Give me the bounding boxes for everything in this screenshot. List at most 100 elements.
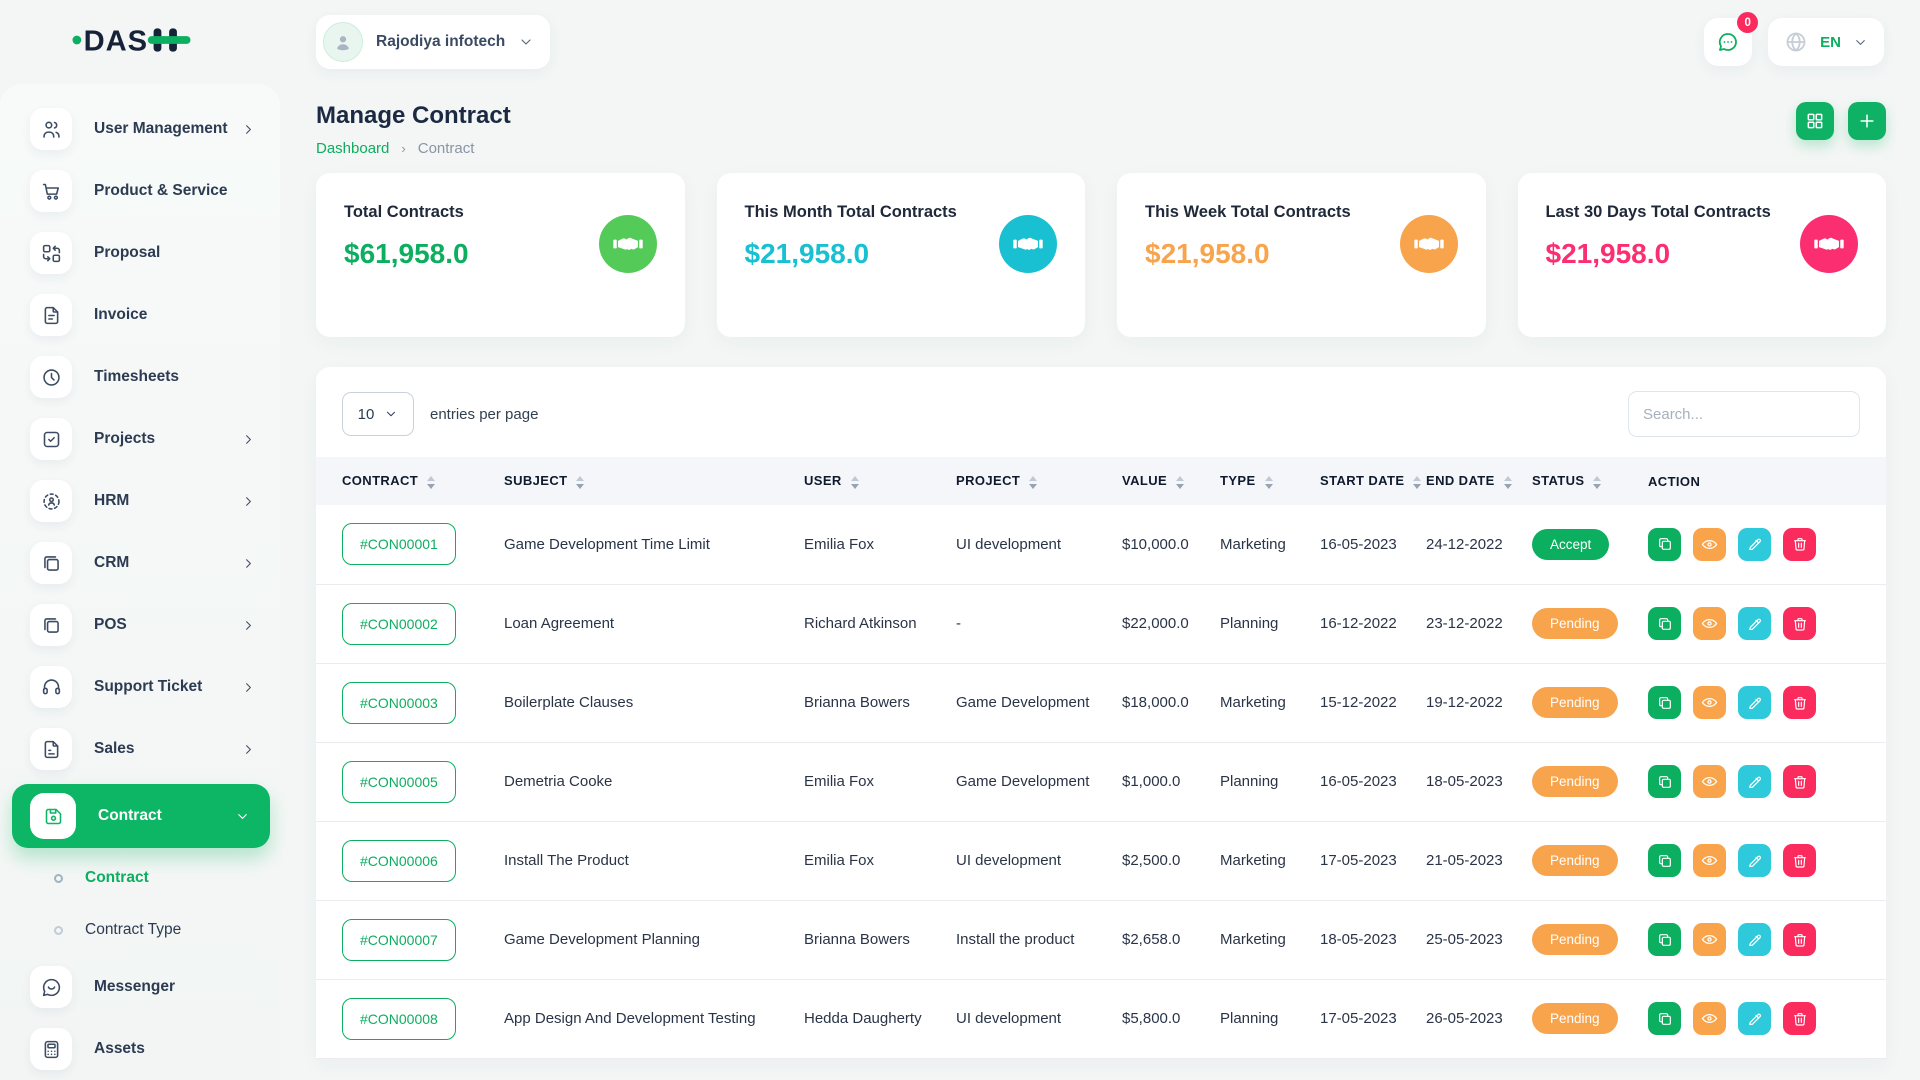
trash-icon [1792,695,1808,711]
sidebar-item-projects[interactable]: Projects [0,408,280,470]
messages-button[interactable]: 0 [1704,18,1752,66]
entries-per-page-select[interactable]: 10 [342,392,414,436]
delete-button[interactable] [1783,923,1816,956]
grid-view-button[interactable] [1796,102,1834,140]
breadcrumb-separator: › [401,141,405,156]
sidebar-item-crm[interactable]: CRM [0,532,280,594]
duplicate-button[interactable] [1648,923,1681,956]
delete-button[interactable] [1783,686,1816,719]
column-header-status[interactable]: STATUS [1532,457,1648,505]
pencil-icon [1747,695,1763,711]
edit-button[interactable] [1738,1002,1771,1035]
nav-item-icon [41,491,62,512]
nav-item-icon-chip [30,542,72,584]
delete-button[interactable] [1783,765,1816,798]
view-button[interactable] [1693,923,1726,956]
nav-item-icon-chip [30,418,72,460]
view-button[interactable] [1693,844,1726,877]
entries-label: entries per page [430,406,538,423]
table-row: #CON00005 Demetria Cooke Emilia Fox Game… [316,742,1886,821]
chevron-down-icon [235,809,250,824]
stat-card-this-week-total-contracts: This Week Total Contracts $21,958.0 [1117,173,1486,337]
cell-start-date: 18-05-2023 [1320,900,1426,979]
table-row: #CON00007 Game Development Planning Bria… [316,900,1886,979]
status-badge: Pending [1532,1003,1618,1034]
edit-button[interactable] [1738,686,1771,719]
view-button[interactable] [1693,607,1726,640]
sidebar-item-user-management[interactable]: User Management [0,98,280,160]
copy-icon [1657,536,1673,552]
column-header-project[interactable]: PROJECT [956,457,1122,505]
cell-subject: Demetria Cooke [504,742,804,821]
sidebar-item-sales[interactable]: Sales [0,718,280,780]
plus-icon [1857,111,1877,131]
delete-button[interactable] [1783,1002,1816,1035]
cell-user: Hedda Daugherty [804,979,956,1058]
duplicate-button[interactable] [1648,686,1681,719]
column-header-end-date[interactable]: END DATE [1426,457,1532,505]
nav-item-icon-chip [30,294,72,336]
contract-id-pill: #CON00008 [342,998,456,1040]
chevron-down-icon [384,407,398,421]
sidebar-item-pos[interactable]: POS [0,594,280,656]
workspace-selector[interactable]: Rajodiya infotech [316,15,550,69]
nav-item-label: Invoice [94,306,147,324]
column-header-value[interactable]: VALUE [1122,457,1220,505]
cell-value: $2,500.0 [1122,821,1220,900]
duplicate-button[interactable] [1648,607,1681,640]
cell-end-date: 21-05-2023 [1426,821,1532,900]
sidebar-item-contract[interactable]: Contract [12,784,270,848]
handshake-icon-glyph [1414,234,1444,254]
duplicate-button[interactable] [1648,1002,1681,1035]
edit-button[interactable] [1738,844,1771,877]
sidebar-item-product-service[interactable]: Product & Service [0,160,280,222]
duplicate-button[interactable] [1648,528,1681,561]
column-header-type[interactable]: TYPE [1220,457,1320,505]
sidebar-item-assets[interactable]: Assets [0,1018,280,1080]
handshake-icon [1400,215,1458,273]
duplicate-button[interactable] [1648,765,1681,798]
language-selector[interactable]: EN [1768,18,1884,66]
contract-id-pill: #CON00001 [342,523,456,565]
column-header-user[interactable]: USER [804,457,956,505]
delete-button[interactable] [1783,844,1816,877]
breadcrumb-dashboard-link[interactable]: Dashboard [316,140,389,157]
column-header-start-date[interactable]: START DATE [1320,457,1426,505]
contract-id-pill: #CON00002 [342,603,456,645]
edit-button[interactable] [1738,607,1771,640]
delete-button[interactable] [1783,607,1816,640]
status-badge: Pending [1532,687,1618,718]
eye-icon [1701,536,1718,553]
sidebar-subitem-contract[interactable]: Contract [0,852,280,904]
view-button[interactable] [1693,1002,1726,1035]
add-contract-button[interactable] [1848,102,1886,140]
sidebar-item-proposal[interactable]: Proposal [0,222,280,284]
row-actions [1648,607,1886,640]
column-header-subject[interactable]: SUBJECT [504,457,804,505]
edit-button[interactable] [1738,923,1771,956]
nav-item-label: Timesheets [94,368,179,386]
column-header-label: STATUS [1532,473,1584,488]
sidebar-item-messenger[interactable]: Messenger [0,956,280,1018]
view-button[interactable] [1693,528,1726,561]
nav-item-icon-chip [30,728,72,770]
duplicate-button[interactable] [1648,844,1681,877]
column-header-label: START DATE [1320,473,1404,488]
sidebar-subitem-contract-type[interactable]: Contract Type [0,904,280,956]
stat-value: $21,958.0 [1145,238,1400,270]
column-header-label: CONTRACT [342,473,418,488]
sidebar-item-support-ticket[interactable]: Support Ticket [0,656,280,718]
delete-button[interactable] [1783,528,1816,561]
sidebar-item-hrm[interactable]: HRM [0,470,280,532]
view-button[interactable] [1693,765,1726,798]
sidebar-item-timesheets[interactable]: Timesheets [0,346,280,408]
edit-button[interactable] [1738,528,1771,561]
sidebar-item-invoice[interactable]: Invoice [0,284,280,346]
cell-project: - [956,584,1122,663]
nav-item-icon [41,367,62,388]
view-button[interactable] [1693,686,1726,719]
person-icon [332,31,354,53]
edit-button[interactable] [1738,765,1771,798]
column-header-contract[interactable]: CONTRACT [316,457,504,505]
search-input[interactable] [1628,391,1860,437]
